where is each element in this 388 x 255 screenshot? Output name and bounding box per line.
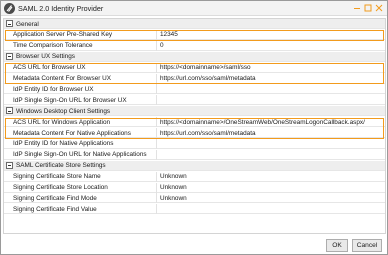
window-title: SAML 2.0 Identity Provider	[18, 4, 104, 13]
property-name: Signing Certificate Find Value	[13, 205, 97, 213]
column-divider[interactable]	[156, 84, 157, 95]
property-row[interactable]: Metadata Content For Native Applications…	[4, 128, 385, 138]
property-row[interactable]: IdP Entity ID for Browser UX	[4, 84, 385, 95]
saml-logo-icon	[4, 3, 15, 14]
property-row[interactable]: Signing Certificate Store Location Unknow…	[4, 182, 385, 193]
property-row[interactable]: IdP Single Sign-On URL for Native Applic…	[4, 149, 385, 160]
column-divider[interactable]	[156, 117, 157, 128]
category-row[interactable]: SAML Certificate Store Settings	[4, 160, 385, 171]
property-row[interactable]: Signing Certificate Find Mode Unknown	[4, 193, 385, 204]
column-divider[interactable]	[156, 182, 157, 193]
maximize-icon[interactable]	[363, 3, 373, 13]
property-value[interactable]: Unknown	[160, 195, 382, 202]
property-row[interactable]: ACS URL for Browser UX https://<domainnam…	[4, 62, 385, 73]
property-value[interactable]: https://<domainname>/OneStreamWeb/OneStr…	[160, 119, 382, 126]
column-divider[interactable]	[156, 171, 157, 182]
column-divider[interactable]	[156, 73, 157, 84]
property-value[interactable]: https://<domainname>/saml/sso	[160, 64, 382, 71]
category-label: General	[16, 20, 39, 28]
minimize-icon[interactable]	[352, 3, 362, 13]
cancel-button[interactable]: Cancel	[352, 239, 382, 252]
column-divider[interactable]	[156, 204, 157, 215]
column-divider[interactable]	[156, 62, 157, 73]
property-row[interactable]: Signing Certificate Find Value	[4, 204, 385, 215]
collapse-toggle-icon[interactable]	[6, 161, 13, 169]
property-row[interactable]: IdP Single Sign-On URL for Browser UX	[4, 95, 385, 106]
property-name: Metadata Content For Browser UX	[13, 75, 112, 82]
property-name: Signing Certificate Store Location	[13, 184, 108, 191]
category-row[interactable]: General	[4, 19, 385, 29]
property-row[interactable]: ACS URL for Windows Application https://<…	[4, 117, 385, 128]
category-row[interactable]: Windows Desktop Client Settings	[4, 106, 385, 117]
property-name: Metadata Content For Native Applications	[13, 129, 131, 137]
category-row[interactable]: Browser UX Settings	[4, 51, 385, 62]
property-value[interactable]: 0	[160, 42, 382, 49]
title-bar: SAML 2.0 Identity Provider	[1, 1, 387, 16]
property-value[interactable]: Unknown	[160, 184, 382, 191]
property-row[interactable]: IdP Entity ID for Native Applications	[4, 138, 385, 149]
column-divider[interactable]	[156, 138, 157, 149]
property-name: IdP Single Sign-On URL for Native Applic…	[13, 151, 147, 159]
collapse-toggle-icon[interactable]	[6, 52, 13, 60]
property-value[interactable]: https://url.com/sso/saml/metadata	[160, 130, 382, 137]
property-row[interactable]: Signing Certificate Store Name Unknown	[4, 171, 385, 182]
property-name: ACS URL for Windows Application	[13, 118, 111, 126]
property-name: IdP Entity ID for Browser UX	[13, 85, 94, 93]
property-value[interactable]: https://url.com/sso/saml/metadata	[160, 75, 382, 82]
category-label: SAML Certificate Store Settings	[16, 162, 106, 170]
close-icon[interactable]	[374, 3, 384, 13]
property-row[interactable]: Application Server Pre-Shared Key 12345	[4, 29, 385, 40]
property-grid: General Application Server Pre-Shared Key…	[3, 18, 386, 234]
property-name: ACS URL for Browser UX	[13, 64, 86, 72]
ok-button[interactable]: OK	[326, 239, 348, 252]
property-name: Signing Certificate Store Name	[13, 173, 101, 181]
column-divider[interactable]	[156, 149, 157, 160]
property-name: IdP Single Sign-On URL for Browser UX	[13, 96, 127, 104]
column-divider[interactable]	[156, 40, 157, 51]
column-divider[interactable]	[156, 193, 157, 204]
column-divider[interactable]	[156, 128, 157, 138]
property-name: Signing Certificate Find Mode	[13, 194, 97, 202]
property-row[interactable]: Metadata Content For Browser UX https://u…	[4, 73, 385, 84]
column-divider[interactable]	[156, 29, 157, 40]
property-row[interactable]: Time Comparison Tolerance 0	[4, 40, 385, 51]
collapse-toggle-icon[interactable]	[6, 20, 13, 27]
dialog-footer: OK Cancel	[1, 236, 387, 255]
property-value[interactable]: Unknown	[160, 173, 382, 180]
property-value[interactable]: 12345	[160, 31, 382, 38]
property-name: Application Server Pre-Shared Key	[13, 31, 113, 39]
saml-identity-provider-dialog: SAML 2.0 Identity Provider General Applic…	[0, 0, 388, 255]
collapse-toggle-icon[interactable]	[6, 107, 13, 115]
category-label: Browser UX Settings	[16, 53, 75, 61]
property-name: IdP Entity ID for Native Applications	[13, 140, 114, 148]
property-name: Time Comparison Tolerance	[13, 42, 93, 50]
category-label: Windows Desktop Client Settings	[16, 107, 111, 115]
column-divider[interactable]	[156, 95, 157, 106]
